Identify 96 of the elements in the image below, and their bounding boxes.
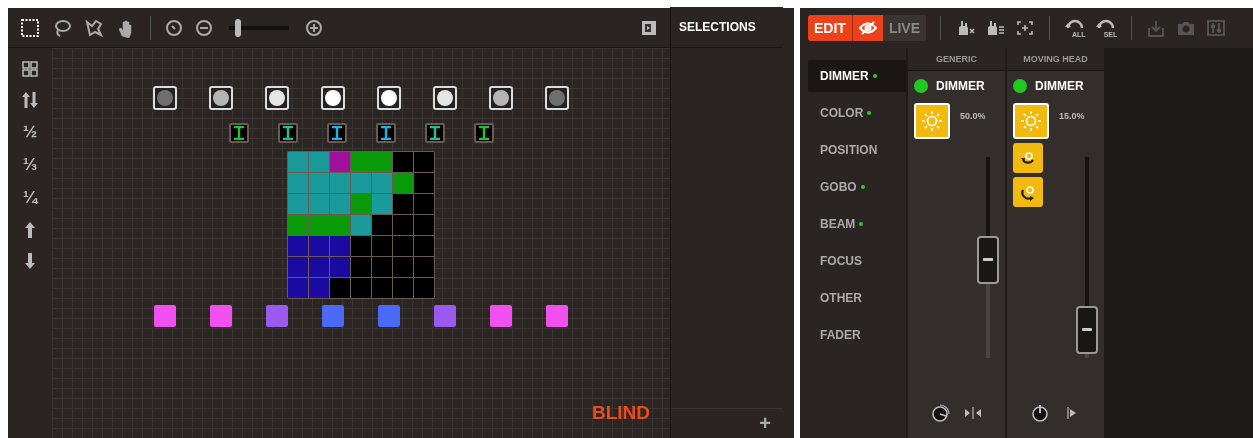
par-fixture[interactable] xyxy=(546,305,568,327)
channel-name: DIMMER xyxy=(936,79,985,93)
matrix-pixel[interactable] xyxy=(351,194,371,214)
grid-icon[interactable] xyxy=(22,60,38,78)
matrix-pixel[interactable] xyxy=(372,215,392,235)
matrix-pixel[interactable] xyxy=(288,236,308,256)
matrix-pixel[interactable] xyxy=(288,152,308,172)
par-fixture[interactable] xyxy=(322,305,344,327)
arrow-down-icon[interactable] xyxy=(22,252,38,270)
zoom-slider-thumb[interactable] xyxy=(235,18,241,37)
matrix-pixel[interactable] xyxy=(309,257,329,277)
value-label: 15.0% xyxy=(1059,111,1085,121)
fraction-button[interactable]: ½ xyxy=(22,122,38,142)
focus-frame-icon[interactable] xyxy=(1015,19,1035,37)
par-fixture[interactable] xyxy=(154,305,176,327)
matrix-pixel[interactable] xyxy=(288,194,308,214)
sun-icon xyxy=(921,110,943,132)
matrix-pixel[interactable] xyxy=(330,194,350,214)
matrix-pixel[interactable] xyxy=(288,278,308,298)
mode-tab[interactable]: EDIT xyxy=(808,15,852,41)
add-selection-button[interactable]: + xyxy=(671,408,783,438)
panel-toggle-icon[interactable] xyxy=(640,18,658,37)
matrix-pixel[interactable] xyxy=(309,152,329,172)
matrix-pixel[interactable] xyxy=(351,278,371,298)
matrix-pixel[interactable] xyxy=(330,173,350,193)
par-fixture[interactable] xyxy=(378,305,400,327)
fan-icon[interactable] xyxy=(985,19,1005,37)
matrix-pixel[interactable] xyxy=(372,194,392,214)
sun-icon xyxy=(1020,110,1042,132)
matrix-pixel[interactable] xyxy=(393,173,413,193)
rotate-left-button[interactable] xyxy=(1013,143,1043,173)
matrix-pixel[interactable] xyxy=(414,278,434,298)
matrix-pixel[interactable] xyxy=(309,236,329,256)
fraction-button[interactable]: ⅓ xyxy=(22,155,38,175)
matrix-pixel[interactable] xyxy=(330,236,350,256)
dimmer-sun-button[interactable] xyxy=(914,103,950,139)
matrix-pixel[interactable] xyxy=(393,152,413,172)
matrix-pixel[interactable] xyxy=(372,236,392,256)
matrix-pixel[interactable] xyxy=(372,152,392,172)
matrix-pixel[interactable] xyxy=(414,173,434,193)
matrix-pixel[interactable] xyxy=(288,173,308,193)
matrix-pixel[interactable] xyxy=(351,152,371,172)
category-tab[interactable]: FOCUS xyxy=(808,245,906,277)
matrix-pixel[interactable] xyxy=(414,194,434,214)
matrix-pixel[interactable] xyxy=(330,257,350,277)
matrix-pixel[interactable] xyxy=(288,215,308,235)
swap-arrows-icon[interactable] xyxy=(22,91,38,109)
matrix-pixel[interactable] xyxy=(309,215,329,235)
matrix-pixel[interactable] xyxy=(414,215,434,235)
category-tab[interactable]: COLOR xyxy=(808,97,906,129)
matrix-pixel[interactable] xyxy=(309,278,329,298)
matrix-pixel[interactable] xyxy=(351,215,371,235)
selections-title: SELECTIONS xyxy=(671,7,783,48)
value-label: 50.0% xyxy=(960,111,986,121)
category-tab[interactable]: FADER xyxy=(808,319,906,351)
matrix-pixel[interactable] xyxy=(330,152,350,172)
knob-icon[interactable] xyxy=(929,402,952,424)
matrix-pixel[interactable] xyxy=(351,173,371,193)
fader-thumb[interactable] xyxy=(977,235,1000,284)
column-header: GENERIC xyxy=(908,48,1005,71)
matrix-pixel[interactable] xyxy=(393,278,413,298)
matrix-pixel[interactable] xyxy=(288,257,308,277)
matrix-pixel[interactable] xyxy=(351,257,371,277)
eye-slash-icon xyxy=(858,21,877,35)
matrix-pixel[interactable] xyxy=(372,257,392,277)
fraction-button[interactable]: ¼ xyxy=(22,188,38,208)
matrix-pixel[interactable] xyxy=(393,236,413,256)
category-tab[interactable]: BEAM xyxy=(808,208,906,240)
matrix-pixel[interactable] xyxy=(372,173,392,193)
category-tab[interactable]: DIMMER xyxy=(808,60,906,92)
category-tab[interactable]: GOBO xyxy=(808,171,906,203)
matrix-pixel[interactable] xyxy=(414,152,434,172)
matrix-pixel[interactable] xyxy=(309,173,329,193)
category-tab[interactable]: POSITION xyxy=(808,134,906,166)
par-fixture[interactable] xyxy=(434,305,456,327)
matrix-pixel[interactable] xyxy=(372,278,392,298)
channel-name: DIMMER xyxy=(1035,79,1084,93)
matrix-pixel[interactable] xyxy=(393,194,413,214)
blind-toggle-button[interactable] xyxy=(851,15,883,41)
matrix-pixel[interactable] xyxy=(393,215,413,235)
category-tab[interactable]: OTHER xyxy=(808,282,906,314)
par-fixture[interactable] xyxy=(490,305,512,327)
matrix-pixel[interactable] xyxy=(393,257,413,277)
rotate-right-button[interactable] xyxy=(1013,177,1043,207)
matrix-pixel[interactable] xyxy=(414,257,434,277)
par-fixture[interactable] xyxy=(210,305,232,327)
blind-indicator: BLIND xyxy=(591,402,650,424)
matrix-pixel[interactable] xyxy=(309,194,329,214)
matrix-pixel[interactable] xyxy=(414,236,434,256)
matrix-pixel[interactable] xyxy=(351,236,371,256)
matrix-pixel[interactable] xyxy=(330,215,350,235)
matrix-pixel[interactable] xyxy=(330,278,350,298)
arrow-up-icon[interactable] xyxy=(22,221,38,239)
par-fixture[interactable] xyxy=(266,305,288,327)
fader-thumb[interactable] xyxy=(1076,305,1099,354)
column-header: MOVING HEAD xyxy=(1007,48,1104,71)
